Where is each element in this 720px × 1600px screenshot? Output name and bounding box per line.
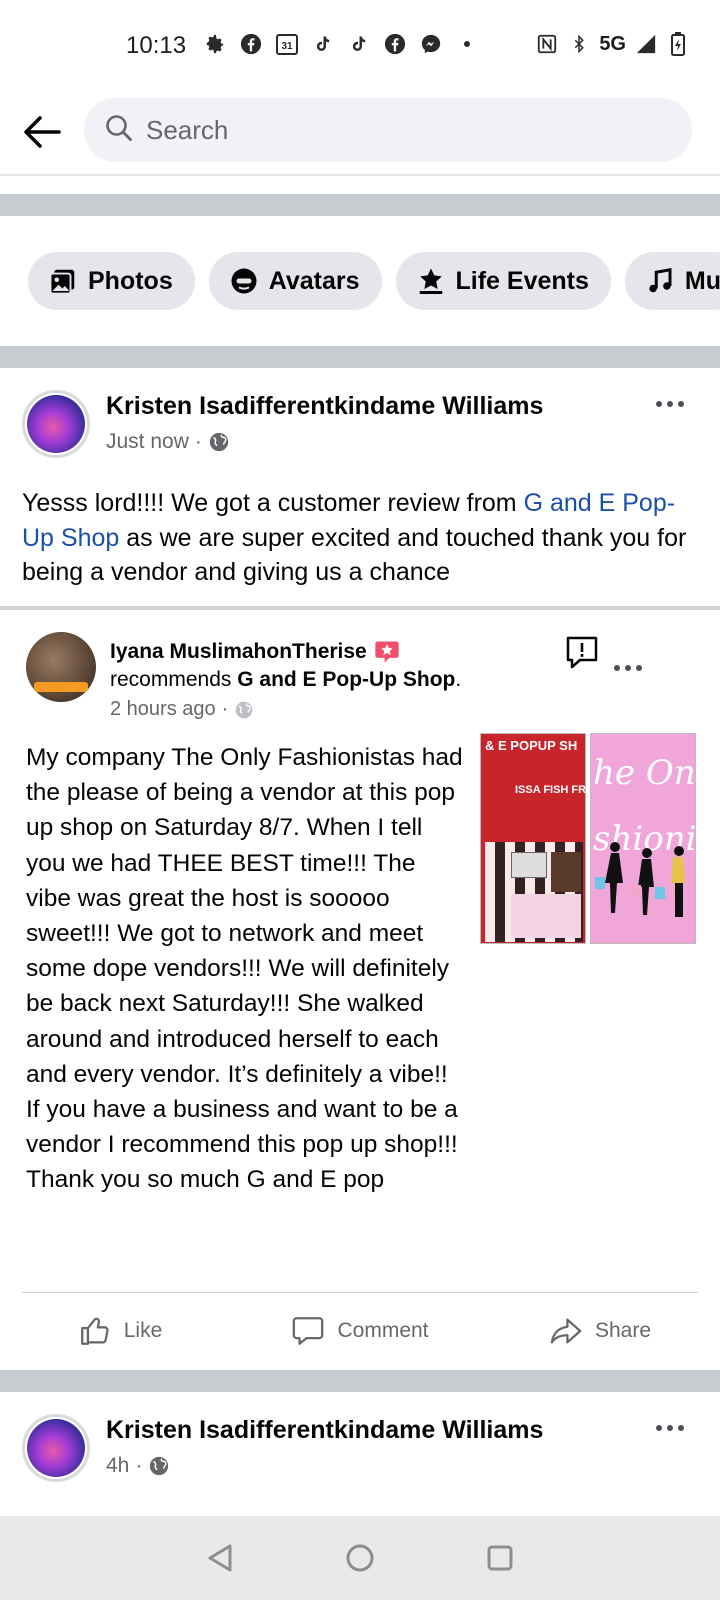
- post-time[interactable]: Just now: [106, 430, 189, 454]
- chip-music[interactable]: Mu: [624, 252, 720, 310]
- triangle-back-icon: [208, 1544, 232, 1572]
- post-time[interactable]: 4h: [106, 1454, 129, 1478]
- nfc-icon: [535, 32, 559, 56]
- chip-label: Life Events: [455, 266, 589, 295]
- globe-icon: [209, 432, 229, 452]
- bluetooth-icon: [567, 32, 591, 56]
- section-separator: [0, 1370, 720, 1392]
- section-separator: [0, 194, 720, 216]
- meta-separator: ·: [135, 1454, 143, 1477]
- tiktok-icon: [347, 32, 371, 56]
- post-body: Yesss lord!!!! We got a customer review …: [22, 486, 702, 590]
- notification-icons: 31: [203, 32, 479, 56]
- search-input[interactable]: Search: [84, 98, 692, 162]
- fashionistas-image[interactable]: he On shionis: [590, 733, 696, 944]
- meta-separator: ·: [221, 698, 229, 720]
- review-images[interactable]: & E POPUP SH ISSA FISH FR he On shionis: [480, 733, 696, 944]
- square-recents-icon: [487, 1545, 513, 1571]
- post-action-bar: Like Comment Share: [0, 1296, 720, 1366]
- flyer-subtitle: ISSA FISH FR: [515, 784, 586, 796]
- nav-back-button[interactable]: [200, 1538, 240, 1578]
- chip-label: Photos: [88, 266, 173, 295]
- chip-label: Avatars: [268, 266, 360, 295]
- messenger-icon: [419, 32, 443, 56]
- circle-home-icon: [346, 1544, 374, 1572]
- event-flyer-image[interactable]: & E POPUP SH ISSA FISH FR: [480, 733, 586, 944]
- search-icon: [104, 113, 134, 148]
- review-options-button[interactable]: [608, 656, 648, 680]
- nav-recents-button[interactable]: [480, 1538, 520, 1578]
- photos-icon: [49, 269, 75, 295]
- meta-separator: ·: [194, 430, 202, 453]
- globe-icon: [235, 701, 253, 718]
- star-flag-icon: [419, 268, 442, 294]
- nav-home-button[interactable]: [340, 1538, 380, 1578]
- network-type: 5G: [599, 32, 626, 55]
- music-icon: [649, 267, 672, 293]
- avatar[interactable]: [22, 1414, 90, 1482]
- like-label: Like: [123, 1319, 163, 1342]
- share-label: Share: [594, 1319, 652, 1342]
- review-meta: 2 hours ago ·: [110, 698, 254, 721]
- comment-button[interactable]: Comment: [240, 1296, 480, 1366]
- chip-photos[interactable]: Photos: [28, 252, 195, 310]
- recommends-prefix: recommends: [110, 668, 238, 691]
- review-time: 2 hours ago: [110, 698, 216, 720]
- filter-chips: Photos Avatars Life Events Mu: [28, 252, 720, 310]
- post-text-after: as we are super excited and touched than…: [22, 523, 687, 587]
- post-meta: 4h ·: [106, 1454, 170, 1478]
- chip-label: Mu: [684, 266, 720, 295]
- top-fan-badge-icon: [375, 641, 399, 663]
- search-placeholder: Search: [146, 114, 229, 145]
- reviewer-name[interactable]: Iyana MuslimahonTherise: [110, 640, 367, 664]
- avatar-icon: [231, 268, 257, 294]
- silhouettes-image: [595, 842, 685, 917]
- battery-charging-icon: [666, 32, 690, 56]
- post-text-before: Yesss lord!!!! We got a customer review …: [22, 489, 524, 517]
- post-author-name[interactable]: Kristen Isadifferentkindame Williams: [106, 1416, 543, 1445]
- avatar[interactable]: [22, 390, 90, 458]
- chip-life-events[interactable]: Life Events: [395, 252, 611, 310]
- back-button[interactable]: [20, 110, 64, 154]
- back-arrow-icon: [24, 116, 61, 148]
- section-separator: [0, 346, 720, 368]
- report-icon[interactable]: [564, 634, 600, 670]
- facebook-icon: [383, 32, 407, 56]
- post-author-name[interactable]: Kristen Isadifferentkindame Williams: [106, 392, 543, 421]
- like-button[interactable]: Like: [0, 1296, 240, 1366]
- system-navigation-bar: [0, 1516, 720, 1600]
- share-icon: [550, 1318, 582, 1344]
- facebook-icon: [239, 32, 263, 56]
- action-divider: [22, 1292, 698, 1293]
- post-options-button[interactable]: [650, 1416, 690, 1440]
- tiktok-icon: [311, 32, 335, 56]
- system-icons: 5G: [535, 32, 690, 56]
- post-options-button[interactable]: [650, 392, 690, 416]
- header-divider: [0, 174, 720, 176]
- reviewer-name-row: Iyana MuslimahonTherise: [110, 638, 401, 666]
- share-button[interactable]: Share: [480, 1296, 720, 1366]
- flyer-title: & E POPUP SH: [485, 738, 578, 753]
- comment-label: Comment: [337, 1319, 429, 1342]
- recommends-period: .: [455, 668, 462, 691]
- settings-icon: [203, 32, 227, 56]
- thumbs-up-icon: [80, 1317, 109, 1345]
- post-meta: Just now ·: [106, 430, 230, 454]
- calendar-day: 31: [281, 41, 293, 52]
- signal-icon: [634, 32, 658, 56]
- status-time: 10:13: [126, 32, 187, 59]
- dot-icon: [455, 32, 479, 56]
- recommended-page-name[interactable]: G and E Pop-Up Shop: [237, 668, 455, 691]
- chip-avatars[interactable]: Avatars: [208, 252, 382, 310]
- review-text: My company The Only Fashionistas had the…: [26, 744, 463, 1194]
- status-bar: 10:13 31 5G: [0, 0, 720, 92]
- reviewer-avatar[interactable]: [26, 632, 96, 702]
- search-header: Search: [0, 92, 720, 176]
- comment-icon: [293, 1317, 324, 1345]
- globe-icon: [150, 1456, 169, 1476]
- recommends-line: recommends G and E Pop-Up Shop.: [110, 668, 461, 692]
- calendar-icon: 31: [275, 32, 299, 56]
